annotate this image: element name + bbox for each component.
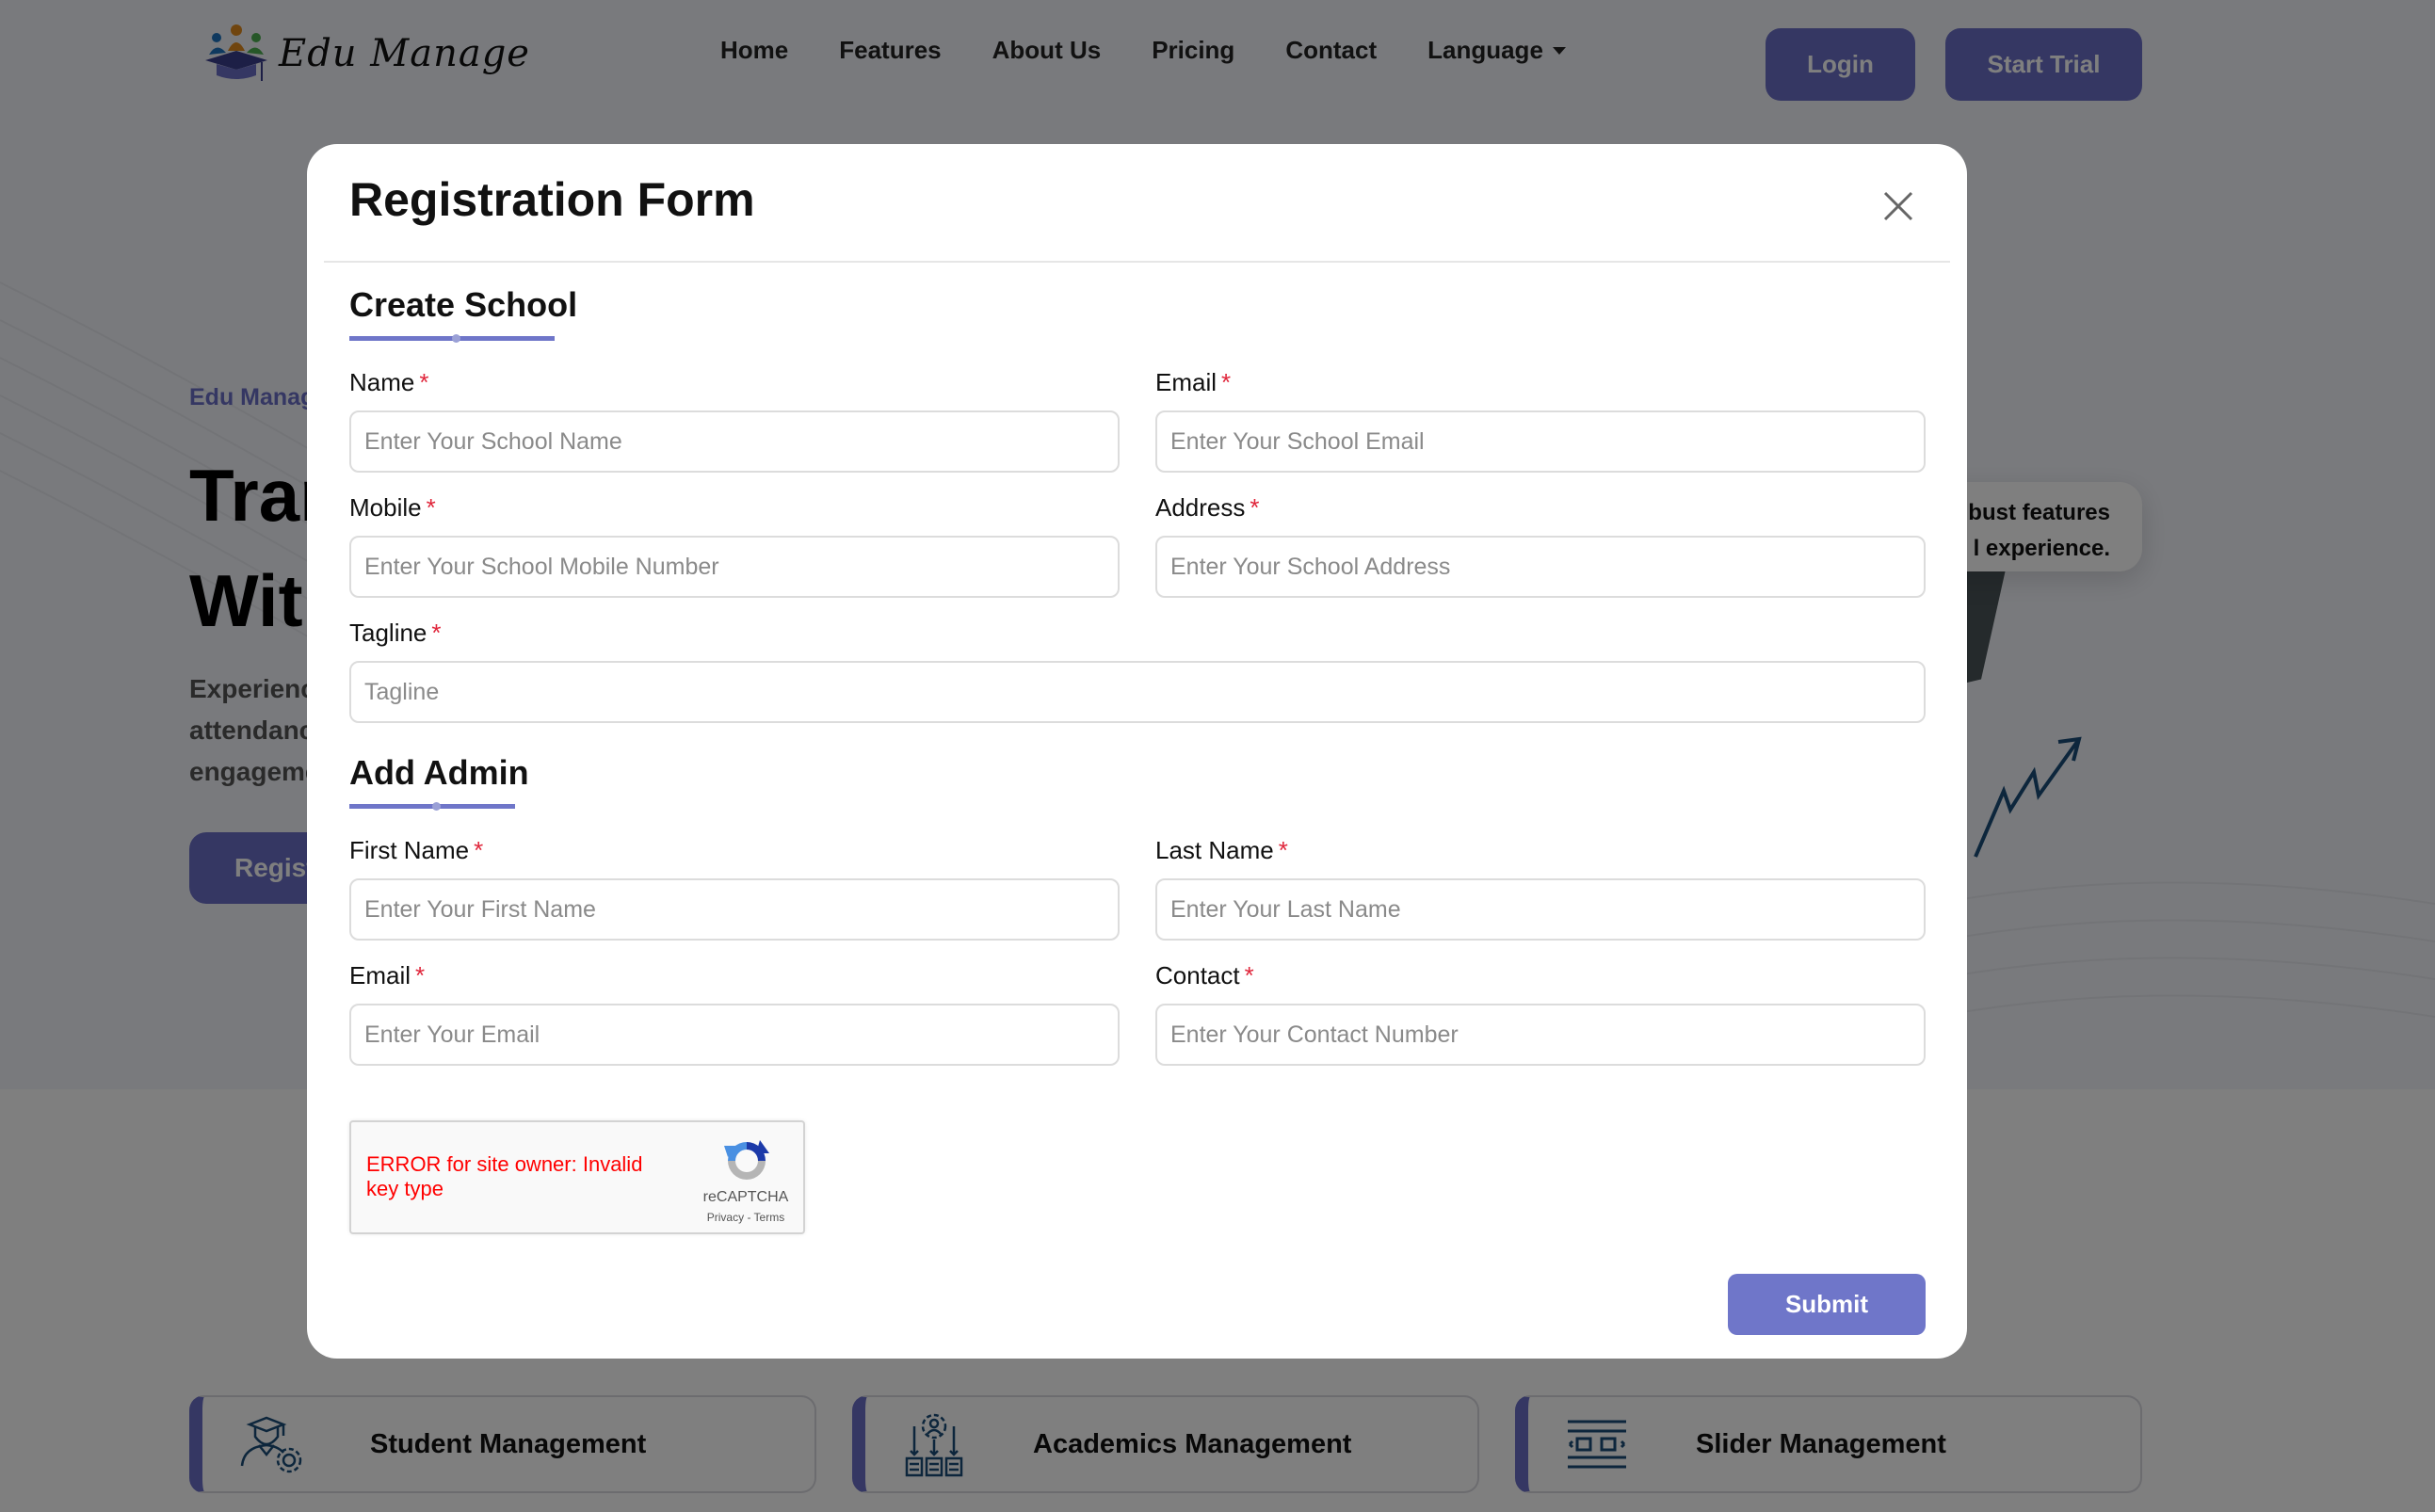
label-text: First Name <box>349 836 470 864</box>
school-address-label: Address * <box>1155 493 1260 523</box>
add-admin-heading: Add Admin <box>349 753 529 792</box>
recaptcha-widget[interactable]: ERROR for site owner: Invalid key type r… <box>349 1120 805 1234</box>
modal-header-divider <box>324 261 1950 263</box>
submit-button[interactable]: Submit <box>1728 1274 1926 1335</box>
recaptcha-error-message: ERROR for site owner: Invalid key type <box>366 1152 643 1200</box>
label-text: Email <box>349 961 411 989</box>
create-school-heading: Create School <box>349 285 578 324</box>
school-name-label: Name * <box>349 368 428 397</box>
admin-email-input[interactable] <box>349 1004 1120 1066</box>
label-text: Contact <box>1155 961 1240 989</box>
last-name-input[interactable] <box>1155 878 1926 941</box>
close-icon[interactable] <box>1881 189 1915 223</box>
label-text: Address <box>1155 493 1246 522</box>
school-address-input[interactable] <box>1155 536 1926 598</box>
required-asterisk: * <box>415 961 426 989</box>
last-name-label: Last Name * <box>1155 836 1288 865</box>
recaptcha-brand: reCAPTCHA <box>702 1189 789 1205</box>
required-asterisk: * <box>419 368 429 396</box>
recaptcha-logo-icon <box>724 1140 769 1180</box>
required-asterisk: * <box>426 493 436 522</box>
registration-modal: Registration Form Create School Name* Em… <box>307 144 1967 1359</box>
label-text: Email <box>1155 368 1218 396</box>
contact-input[interactable] <box>1155 1004 1926 1066</box>
required-asterisk: * <box>1221 368 1232 396</box>
first-name-label: First Name * <box>349 836 483 865</box>
label-text: Name <box>349 368 415 396</box>
school-email-input[interactable] <box>1155 410 1926 473</box>
required-asterisk: * <box>1278 836 1288 864</box>
create-school-underline <box>349 334 555 343</box>
required-asterisk: * <box>474 836 484 864</box>
contact-label: Contact * <box>1155 961 1254 990</box>
label-text: Mobile <box>349 493 422 522</box>
label-text: Tagline <box>349 619 427 647</box>
recaptcha-privacy-terms-links[interactable]: Privacy - Terms <box>685 1211 806 1224</box>
school-mobile-input[interactable] <box>349 536 1120 598</box>
required-asterisk: * <box>431 619 442 647</box>
school-mobile-label: Mobile * <box>349 493 436 523</box>
modal-title: Registration Form <box>349 173 755 226</box>
school-email-label: Email * <box>1155 368 1231 397</box>
add-admin-underline <box>349 802 515 811</box>
required-asterisk: * <box>1250 493 1260 522</box>
tagline-input[interactable] <box>349 661 1926 723</box>
tagline-label: Tagline * <box>349 619 442 648</box>
label-text: Last Name <box>1155 836 1274 864</box>
first-name-input[interactable] <box>349 878 1120 941</box>
school-name-input[interactable] <box>349 410 1120 473</box>
modal-header: Registration Form <box>307 144 1967 263</box>
admin-email-label: Email * <box>349 961 425 990</box>
required-asterisk: * <box>1244 961 1254 989</box>
